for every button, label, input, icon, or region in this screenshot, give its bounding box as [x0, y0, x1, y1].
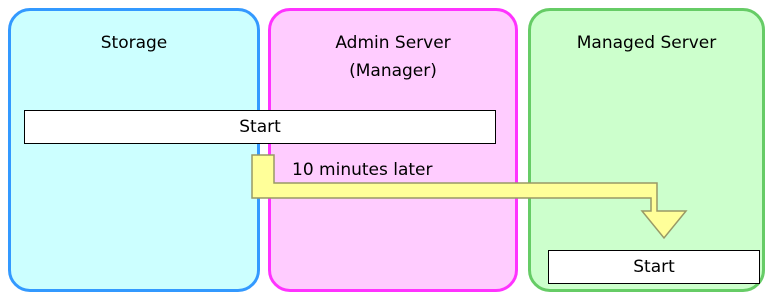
managed-start-step-box: Start	[548, 250, 760, 284]
managed-start-step-label: Start	[633, 257, 675, 277]
delay-label: 10 minutes later	[292, 160, 433, 180]
start-step-box: Start	[24, 110, 496, 144]
start-step-label: Start	[239, 117, 281, 137]
